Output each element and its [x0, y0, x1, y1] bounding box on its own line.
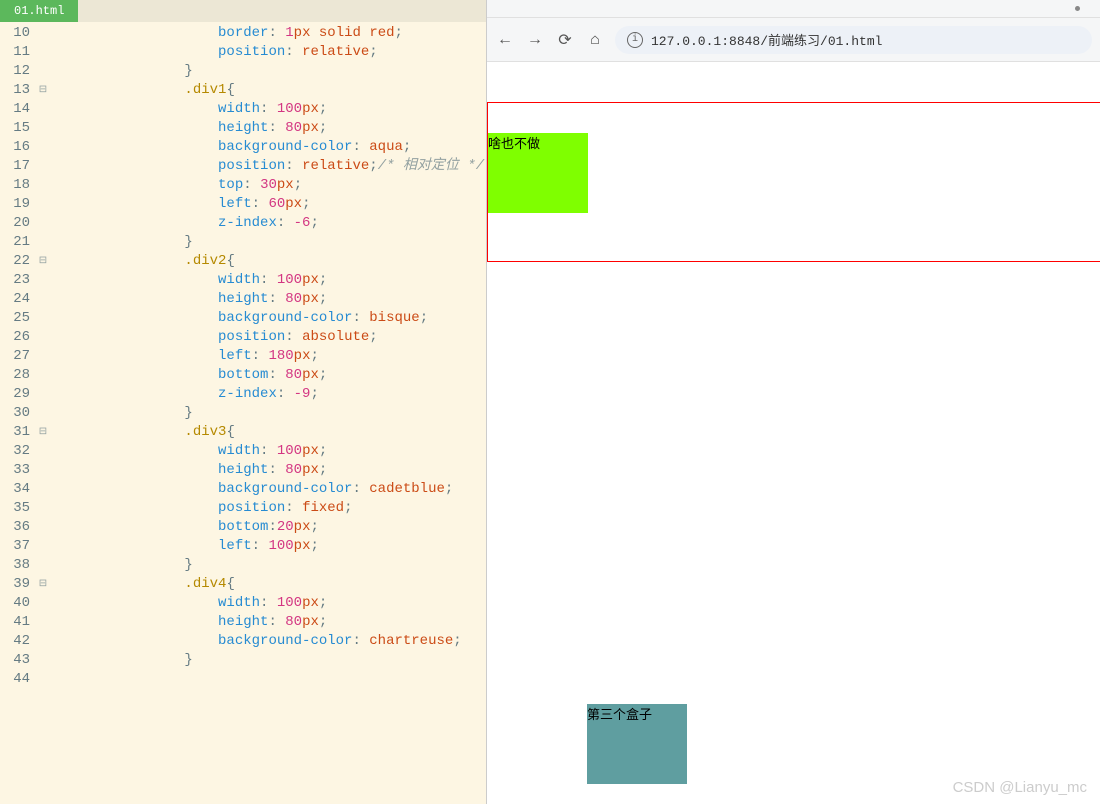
box-div2: 第二个盒子: [668, 101, 768, 181]
outer-container: 第二个盒子 第一个盒子 啥也不做: [487, 102, 1100, 262]
editor-tabbar: 01.html: [0, 0, 486, 22]
browser-pane: ← → ⟳ ⌂ i 127.0.0.1:8848/前端练习/01.html 第二…: [486, 0, 1100, 804]
box-div4: 啥也不做: [488, 133, 588, 213]
site-info-icon[interactable]: i: [627, 32, 643, 48]
line-number-gutter: 1011121314151617181920212223242526272829…: [0, 22, 36, 689]
window-control-dot: [1075, 6, 1080, 11]
rendered-page: 第二个盒子 第一个盒子 啥也不做 第三个盒子 CSDN @Lianyu_mc: [487, 62, 1100, 804]
source-code[interactable]: border: 1px solid red; position: relativ…: [50, 22, 486, 689]
reload-icon[interactable]: ⟳: [555, 30, 575, 50]
forward-icon[interactable]: →: [525, 30, 545, 50]
home-icon[interactable]: ⌂: [585, 30, 605, 50]
url-text: 127.0.0.1:8848/前端练习/01.html: [651, 30, 882, 49]
code-area[interactable]: 1011121314151617181920212223242526272829…: [0, 22, 486, 689]
watermark-text: CSDN @Lianyu_mc: [953, 779, 1087, 796]
browser-toolbar: ← → ⟳ ⌂ i 127.0.0.1:8848/前端练习/01.html: [487, 18, 1100, 62]
code-editor-pane: 01.html 10111213141516171819202122232425…: [0, 0, 486, 804]
browser-tab-strip: [487, 0, 1100, 18]
editor-tab-active[interactable]: 01.html: [0, 0, 78, 22]
box-div3: 第三个盒子: [587, 704, 687, 784]
address-bar[interactable]: i 127.0.0.1:8848/前端练习/01.html: [615, 26, 1092, 54]
back-icon[interactable]: ←: [495, 30, 515, 50]
fold-column: ⊟⊟⊟⊟: [36, 22, 50, 689]
